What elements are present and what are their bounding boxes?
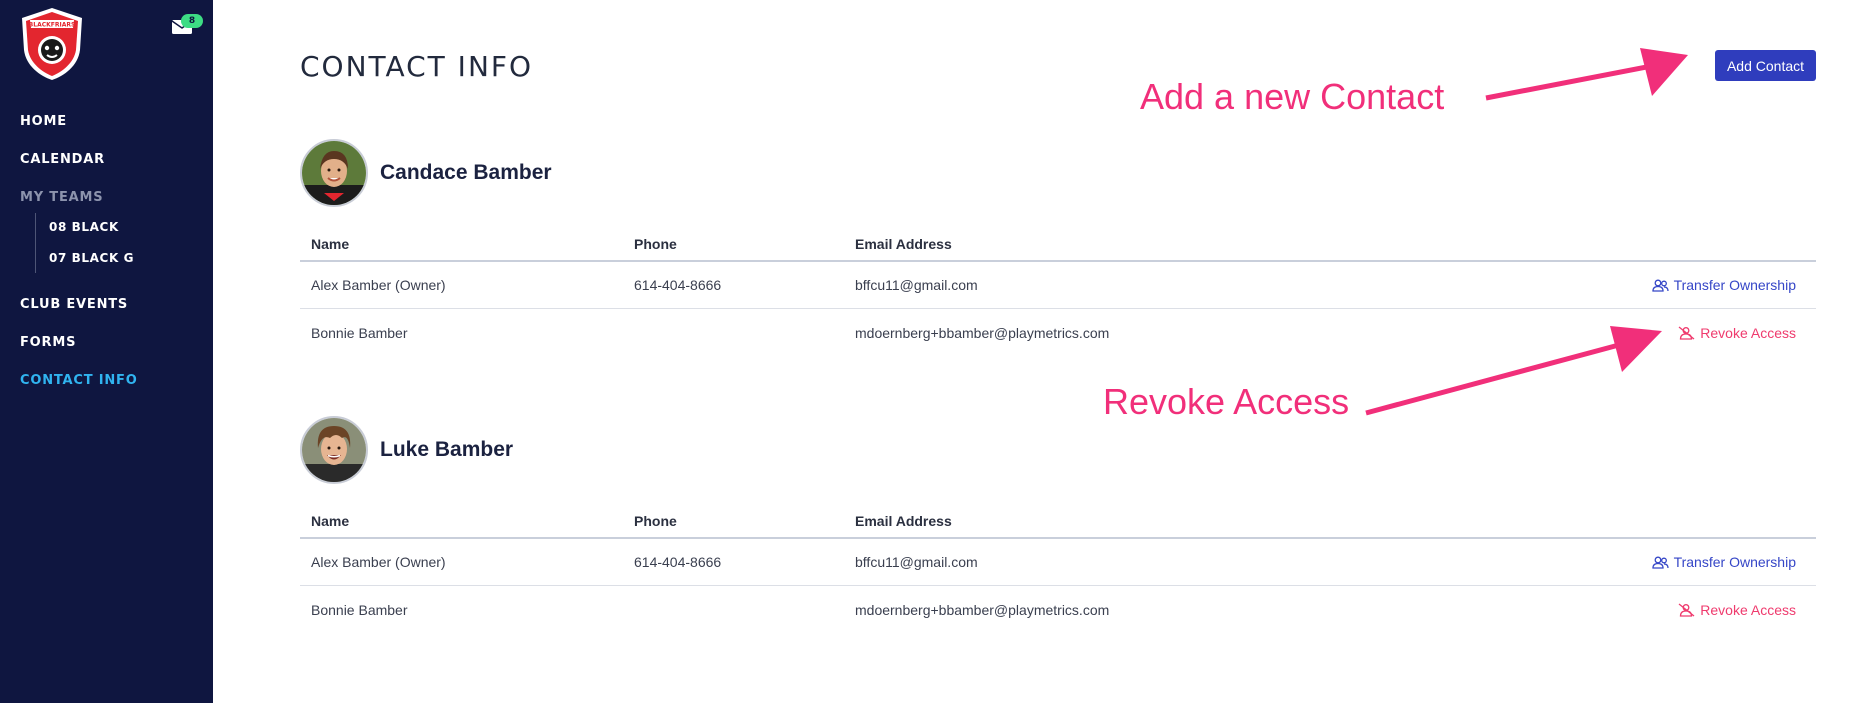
transfer-ownership-link[interactable]: Transfer Ownership: [1651, 554, 1796, 570]
user-slash-icon: [1678, 325, 1695, 340]
contact-table-luke: Name Phone Email Address Alex Bamber (Ow…: [300, 507, 1816, 633]
table-row: Alex Bamber (Owner) 614-404-8666 bffcu11…: [300, 539, 1816, 586]
column-header-phone: Phone: [634, 236, 677, 252]
contact-email: bffcu11@gmail.com: [855, 554, 978, 570]
contact-phone: 614-404-8666: [634, 277, 722, 293]
club-logo[interactable]: BLACKFRIARS: [18, 6, 86, 82]
table-row: Bonnie Bamber mdoernberg+bbamber@playmet…: [300, 586, 1816, 633]
revoke-access-label: Revoke Access: [1700, 324, 1796, 341]
nav-contact-info[interactable]: CONTACT INFO: [20, 373, 138, 388]
revoke-access-link[interactable]: Revoke Access: [1678, 325, 1796, 341]
team-item-07-black-g[interactable]: 07 BLACK G: [49, 251, 134, 265]
club-logo-text: BLACKFRIARS: [29, 22, 76, 29]
annotation-add-contact: Add a new Contact: [1140, 76, 1445, 117]
sidebar: BLACKFRIARS 8 HOME CALENDAR MY TEAMS 08 …: [0, 0, 213, 703]
add-contact-button[interactable]: Add Contact: [1715, 50, 1816, 81]
revoke-access-link[interactable]: Revoke Access: [1678, 602, 1796, 618]
transfer-ownership-label: Transfer Ownership: [1673, 277, 1796, 293]
nav-calendar[interactable]: CALENDAR: [20, 152, 105, 167]
users-icon: [1651, 279, 1669, 292]
column-header-name: Name: [311, 236, 350, 252]
player-header-candace: Candace Bamber: [300, 139, 552, 207]
table-header-row: Name Phone Email Address: [300, 507, 1816, 539]
column-header-email: Email Address: [855, 236, 952, 252]
contact-email: bffcu11@gmail.com: [855, 277, 978, 293]
nav-my-teams[interactable]: MY TEAMS: [20, 190, 103, 205]
contact-name: Alex Bamber (Owner): [311, 554, 446, 570]
page-title: CONTACT INFO: [300, 50, 534, 83]
contact-phone: 614-404-8666: [634, 554, 722, 570]
app-root: BLACKFRIARS 8 HOME CALENDAR MY TEAMS 08 …: [0, 0, 1872, 703]
arrow-to-add-contact: [1485, 48, 1688, 101]
player-name: Luke Bamber: [380, 438, 514, 461]
contact-email: mdoernberg+bbamber@playmetrics.com: [855, 324, 1110, 341]
table-row: Bonnie Bamber mdoernberg+bbamber@playmet…: [300, 309, 1816, 356]
nav-home[interactable]: HOME: [20, 114, 67, 129]
table-header-row: Name Phone Email Address: [300, 230, 1816, 262]
player-header-luke: Luke Bamber: [300, 416, 513, 484]
nav-club-events[interactable]: CLUB EVENTS: [20, 297, 128, 312]
contact-name: Alex Bamber (Owner): [311, 277, 446, 293]
column-header-phone: Phone: [634, 513, 677, 529]
transfer-ownership-link[interactable]: Transfer Ownership: [1651, 277, 1796, 293]
revoke-access-label: Revoke Access: [1700, 601, 1796, 618]
column-header-name: Name: [311, 513, 350, 529]
table-row: Alex Bamber (Owner) 614-404-8666 bffcu11…: [300, 262, 1816, 309]
contact-name: Bonnie Bamber: [311, 324, 408, 341]
transfer-ownership-label: Transfer Ownership: [1673, 554, 1796, 570]
team-list-divider: [35, 213, 36, 273]
user-slash-icon: [1678, 602, 1695, 617]
nav-forms[interactable]: FORMS: [20, 335, 76, 350]
avatar: [300, 139, 368, 207]
mail-count-badge: 8: [181, 14, 203, 28]
users-icon: [1651, 556, 1669, 569]
contact-name: Bonnie Bamber: [311, 601, 408, 618]
team-item-08-black[interactable]: 08 BLACK: [49, 220, 119, 234]
annotation-revoke-access: Revoke Access: [1103, 381, 1350, 422]
avatar: [300, 416, 368, 484]
column-header-email: Email Address: [855, 513, 952, 529]
contact-email: mdoernberg+bbamber@playmetrics.com: [855, 601, 1110, 618]
player-name: Candace Bamber: [380, 161, 552, 184]
contact-table-candace: Name Phone Email Address Alex Bamber (Ow…: [300, 230, 1816, 356]
